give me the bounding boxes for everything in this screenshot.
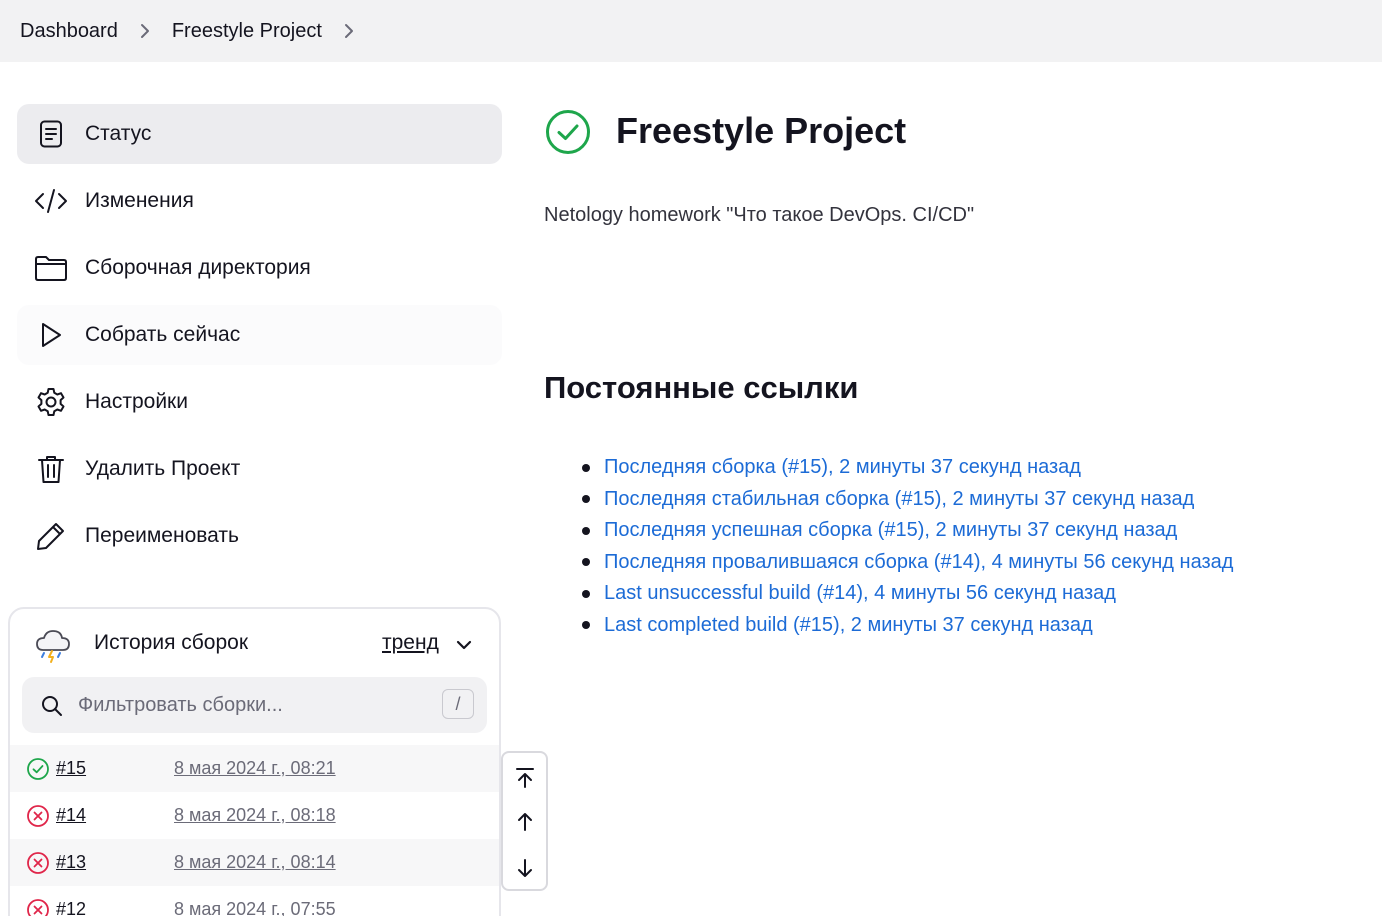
task-label: Изменения [85,189,194,212]
permalink-item: Last completed build (#15), 2 минуты 37 … [582,610,1233,642]
task-label: Статус [85,122,152,145]
play-icon [34,318,68,352]
page-title: Freestyle Project [616,110,907,151]
build-row[interactable]: #15 8 мая 2024 г., 08:21 [10,745,499,792]
build-history-panel: История сборок тренд / #15 8 мая 2024 г.… [8,607,501,916]
task-configure[interactable]: Настройки [17,372,502,432]
pencil-icon [34,519,68,553]
chevron-down-icon[interactable] [454,635,474,655]
task-label: Удалить Проект [85,457,241,480]
build-number-link[interactable]: #15 [56,758,86,779]
failed-x-icon [26,898,50,916]
task-changes[interactable]: Изменения [17,171,502,231]
keyboard-shortcut-hint: / [442,689,474,719]
build-date-link[interactable]: 8 мая 2024 г., 07:55 [174,899,336,916]
breadcrumb-dashboard[interactable]: Dashboard [20,20,118,43]
breadcrumb: Dashboard Freestyle Project [0,0,1382,62]
search-icon [40,694,64,718]
arrow-down-icon[interactable] [503,845,546,890]
scroll-to-top-icon[interactable] [503,755,546,800]
permalink-last-successful-build[interactable]: Последняя успешная сборка (#15), 2 минут… [604,519,1177,542]
permalinks-list: Последняя сборка (#15), 2 минуты 37 секу… [582,452,1233,641]
build-history-header: История сборок тренд [10,609,499,679]
chevron-right-icon[interactable] [128,21,162,41]
task-label: Сборочная директория [85,256,311,279]
trend-link[interactable]: тренд [382,631,439,655]
build-number-link[interactable]: #14 [56,805,86,826]
permalink-item: Last unsuccessful build (#14), 4 минуты … [582,578,1233,610]
breadcrumb-project[interactable]: Freestyle Project [172,20,322,43]
code-icon [34,184,68,218]
build-number-link[interactable]: #13 [56,852,86,873]
task-label: Настройки [85,390,188,413]
build-row[interactable]: #12 8 мая 2024 г., 07:55 [10,886,499,916]
task-rename[interactable]: Переименовать [17,506,502,566]
history-scroll-controls [501,751,548,891]
arrow-up-icon[interactable] [503,799,546,844]
task-status[interactable]: Статус [17,104,502,164]
document-icon [34,117,68,151]
build-date-link[interactable]: 8 мая 2024 г., 08:21 [174,758,336,779]
task-label: Собрать сейчас [85,323,241,346]
chevron-right-icon[interactable] [332,21,366,41]
build-date-link[interactable]: 8 мая 2024 г., 08:14 [174,852,336,873]
build-history-title: История сборок [94,631,249,654]
build-filter: / [22,677,487,733]
task-workspace[interactable]: Сборочная директория [17,238,502,298]
permalink-last-completed-build[interactable]: Last completed build (#15), 2 минуты 37 … [604,614,1093,637]
trash-icon [34,452,68,486]
failed-x-icon [26,804,50,828]
failed-x-icon [26,851,50,875]
build-date-link[interactable]: 8 мая 2024 г., 08:18 [174,805,336,826]
success-check-icon [544,108,592,156]
filter-builds-input[interactable] [78,687,428,723]
build-number-link[interactable]: #12 [56,899,86,916]
permalink-last-build[interactable]: Последняя сборка (#15), 2 минуты 37 секу… [604,456,1081,479]
gear-icon [34,385,68,419]
project-description: Netology homework "Что такое DevOps. CI/… [544,204,975,226]
task-label: Переименовать [85,524,239,547]
build-row[interactable]: #14 8 мая 2024 г., 08:18 [10,792,499,839]
build-row[interactable]: #13 8 мая 2024 г., 08:14 [10,839,499,886]
permalink-last-unsuccessful-build[interactable]: Last unsuccessful build (#14), 4 минуты … [604,582,1116,605]
task-build-now[interactable]: Собрать сейчас [17,305,502,365]
storm-cloud-icon [34,626,72,664]
permalink-item: Последняя провалившаяся сборка (#14), 4 … [582,547,1233,579]
permalink-last-failed-build[interactable]: Последняя провалившаяся сборка (#14), 4 … [604,551,1233,574]
permalink-last-stable-build[interactable]: Последняя стабильная сборка (#15), 2 мин… [604,488,1194,511]
folder-icon [34,251,68,285]
permalink-item: Последняя сборка (#15), 2 минуты 37 секу… [582,452,1233,484]
permalink-item: Последняя стабильная сборка (#15), 2 мин… [582,484,1233,516]
task-delete-project[interactable]: Удалить Проект [17,439,502,499]
permalinks-heading: Постоянные ссылки [544,370,859,405]
permalink-item: Последняя успешная сборка (#15), 2 минут… [582,515,1233,547]
success-check-icon [26,757,50,781]
